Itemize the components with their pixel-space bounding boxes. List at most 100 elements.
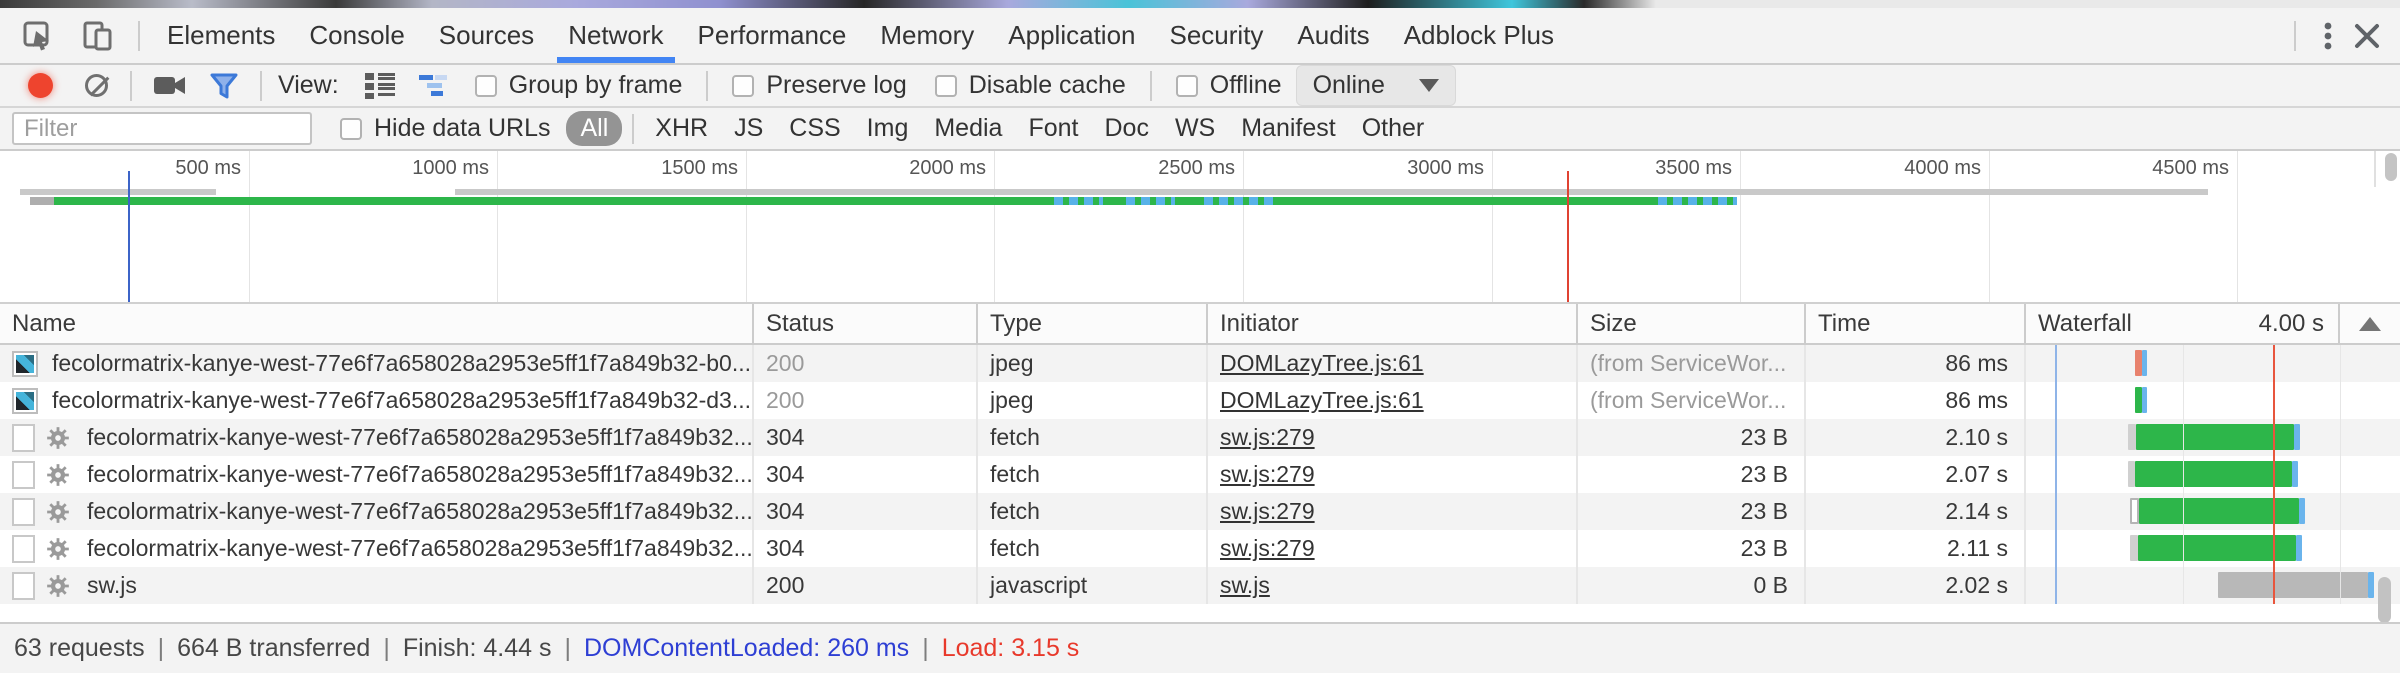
offline-checkbox[interactable]: Offline [1176, 71, 1282, 100]
tab-sources[interactable]: Sources [422, 8, 551, 63]
table-row[interactable]: fecolormatrix-kanye-west-77e6f7a658028a2… [0, 493, 2400, 530]
image-preview-icon [12, 351, 38, 377]
tab-audits[interactable]: Audits [1280, 8, 1386, 63]
clear-button[interactable] [77, 70, 116, 101]
overview-load-line [1567, 187, 1569, 302]
type-filter-other[interactable]: Other [1351, 111, 1436, 146]
divider [632, 114, 634, 144]
tab-memory[interactable]: Memory [863, 8, 991, 63]
tab-performance[interactable]: Performance [681, 8, 864, 63]
column-header-initiator[interactable]: Initiator [1208, 304, 1578, 343]
preserve-log-checkbox[interactable]: Preserve log [732, 71, 906, 100]
filter-input[interactable] [12, 112, 312, 145]
timeline-ruler[interactable]: 500 ms1000 ms1500 ms2000 ms2500 ms3000 m… [0, 151, 2400, 187]
request-name: fecolormatrix-kanye-west-77e6f7a658028a2… [87, 535, 753, 562]
cell-size: (from ServiceWor... [1578, 382, 1806, 419]
filter-toggle-button[interactable] [202, 69, 246, 103]
tab-adblock-plus[interactable]: Adblock Plus [1387, 8, 1571, 63]
table-row[interactable]: fecolormatrix-kanye-west-77e6f7a658028a2… [0, 456, 2400, 493]
table-row[interactable]: fecolormatrix-kanye-west-77e6f7a658028a2… [0, 419, 2400, 456]
initiator-link[interactable]: DOMLazyTree.js:61 [1220, 387, 1424, 414]
inspect-element-button[interactable] [18, 16, 58, 56]
separator: | [565, 634, 572, 663]
overview-dcl-line [128, 187, 130, 302]
group-by-frame-checkbox[interactable]: Group by frame [475, 71, 683, 100]
type-filter-doc[interactable]: Doc [1093, 111, 1159, 146]
throttling-select[interactable]: Online [1296, 65, 1456, 106]
type-filter-css[interactable]: CSS [778, 111, 851, 146]
gear-icon [45, 462, 71, 488]
close-devtools-button[interactable] [2350, 19, 2384, 53]
status-segment: Load: 3.15 s [942, 634, 1080, 663]
table-scrollbar-thumb[interactable] [2378, 577, 2391, 623]
cell-type: jpeg [978, 382, 1208, 419]
request-name: fecolormatrix-kanye-west-77e6f7a658028a2… [87, 461, 753, 488]
column-header-name[interactable]: Name [0, 304, 754, 343]
initiator-link[interactable]: sw.js:279 [1220, 498, 1315, 525]
waterfall-bar [2136, 424, 2294, 450]
type-filter-xhr[interactable]: XHR [644, 111, 719, 146]
column-header-waterfall[interactable]: Waterfall 4.00 s [2026, 304, 2340, 343]
table-row[interactable]: sw.js200javascriptsw.js0 B2.02 s [0, 567, 2400, 604]
column-header-status[interactable]: Status [754, 304, 978, 343]
column-header-time[interactable]: Time [1806, 304, 2026, 343]
cell-waterfall [2026, 493, 2400, 530]
cell-status: 200 [754, 382, 978, 419]
table-row[interactable]: fecolormatrix-kanye-west-77e6f7a658028a2… [0, 345, 2400, 382]
waterfall-bar [2130, 498, 2139, 524]
table-row[interactable]: fecolormatrix-kanye-west-77e6f7a658028a2… [0, 382, 2400, 419]
blank-file-icon [12, 424, 35, 452]
device-toolbar-button[interactable] [78, 16, 118, 56]
overview-scrollbar-thumb[interactable] [2385, 153, 2397, 181]
type-filter-all[interactable]: All [566, 111, 622, 146]
type-filter-js[interactable]: JS [723, 111, 774, 146]
use-large-rows-button[interactable] [357, 69, 403, 103]
blank-file-icon [12, 498, 35, 526]
show-overview-button[interactable] [411, 70, 457, 102]
network-filter-bar: Hide data URLs All XHRJSCSSImgMediaFontDo… [0, 108, 2400, 151]
waterfall-load-line [2273, 345, 2275, 604]
cell-type: fetch [978, 530, 1208, 567]
initiator-link[interactable]: sw.js:279 [1220, 461, 1315, 488]
cell-name: fecolormatrix-kanye-west-77e6f7a658028a2… [0, 345, 754, 382]
tab-network[interactable]: Network [551, 8, 680, 63]
network-overview-strip[interactable] [0, 187, 2400, 304]
cell-size: 23 B [1578, 419, 1806, 456]
table-row[interactable]: fecolormatrix-kanye-west-77e6f7a658028a2… [0, 530, 2400, 567]
tab-console[interactable]: Console [292, 8, 421, 63]
gear-icon [45, 499, 71, 525]
ruler-tick-label: 1500 ms [538, 157, 738, 180]
initiator-link[interactable]: sw.js:279 [1220, 535, 1315, 562]
initiator-link[interactable]: sw.js:279 [1220, 424, 1315, 451]
status-segment: Finish: 4.44 s [403, 634, 552, 663]
record-button[interactable] [20, 69, 61, 102]
initiator-link[interactable]: DOMLazyTree.js:61 [1220, 350, 1424, 377]
waterfall-bar [2128, 461, 2135, 487]
waterfall-overview-icon [419, 74, 449, 98]
cell-time: 2.10 s [1806, 419, 2026, 456]
column-header-type[interactable]: Type [978, 304, 1208, 343]
column-header-size[interactable]: Size [1578, 304, 1806, 343]
cell-status: 304 [754, 456, 978, 493]
request-table-body: fecolormatrix-kanye-west-77e6f7a658028a2… [0, 345, 2400, 604]
type-filter-media[interactable]: Media [923, 111, 1013, 146]
cell-initiator: sw.js:279 [1208, 456, 1578, 493]
kebab-menu-button[interactable] [2320, 16, 2336, 56]
waterfall-label: Waterfall [2038, 310, 2132, 338]
type-filter-font[interactable]: Font [1017, 111, 1089, 146]
sort-direction-header[interactable] [2340, 304, 2400, 343]
tab-elements[interactable]: Elements [150, 8, 292, 63]
type-filter-manifest[interactable]: Manifest [1230, 111, 1346, 146]
tab-application[interactable]: Application [991, 8, 1152, 63]
capture-screenshots-button[interactable] [146, 70, 194, 102]
preserve-log-label: Preserve log [766, 71, 906, 100]
waterfall-bar [2142, 350, 2147, 376]
cell-name: fecolormatrix-kanye-west-77e6f7a658028a2… [0, 530, 754, 567]
divider [138, 21, 140, 51]
hide-data-urls-checkbox[interactable]: Hide data URLs [340, 114, 550, 143]
disable-cache-checkbox[interactable]: Disable cache [935, 71, 1126, 100]
type-filter-ws[interactable]: WS [1164, 111, 1226, 146]
tab-security[interactable]: Security [1153, 8, 1281, 63]
type-filter-img[interactable]: Img [856, 111, 920, 146]
initiator-link[interactable]: sw.js [1220, 572, 1270, 599]
